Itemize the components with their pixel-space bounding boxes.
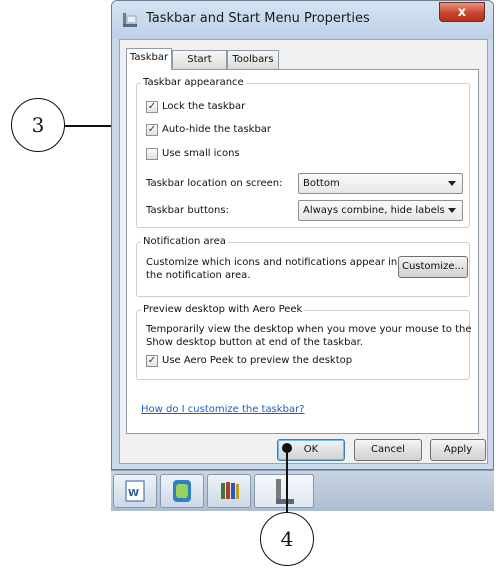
chevron-down-icon: [448, 208, 456, 213]
aero-peek-checkbox[interactable]: ✓: [146, 355, 158, 367]
tab-toolbars[interactable]: Toolbars: [227, 50, 279, 69]
small-icons-checkbox[interactable]: [146, 148, 158, 160]
close-button[interactable]: x: [439, 2, 485, 22]
aero-peek-description-line1: Temporarily view the desktop when you mo…: [146, 324, 472, 335]
taskbar-buttons-dropdown[interactable]: Always combine, hide labels: [298, 200, 463, 221]
taskbar-properties-icon: [123, 13, 137, 27]
aero-peek-checkbox-label: Use Aero Peek to preview the desktop: [162, 355, 353, 366]
taskbar-item-library[interactable]: [207, 474, 251, 508]
taskbar-item-word[interactable]: W: [113, 474, 157, 508]
help-link[interactable]: How do I customize the taskbar?: [141, 404, 305, 415]
callout-3: 3: [11, 98, 65, 152]
lock-taskbar-checkbox[interactable]: ✓: [146, 101, 158, 113]
auto-hide-label: Auto-hide the taskbar: [162, 124, 272, 135]
tab-panel: Taskbar appearance ✓ Lock the taskbar ✓ …: [126, 69, 479, 434]
lock-taskbar-label: Lock the taskbar: [162, 101, 246, 112]
small-icons-label: Use small icons: [162, 148, 240, 159]
chevron-down-icon: [448, 181, 456, 186]
tab-taskbar[interactable]: Taskbar: [126, 48, 172, 70]
taskbar-item-app[interactable]: [160, 474, 204, 508]
taskbar-buttons-label: Taskbar buttons:: [146, 205, 229, 216]
notification-area-title: Notification area: [141, 236, 228, 247]
windows-taskbar: W: [111, 470, 494, 511]
cancel-button[interactable]: Cancel: [354, 439, 422, 461]
taskbar-location-dropdown[interactable]: Bottom: [298, 173, 463, 194]
properties-window: Taskbar and Start Menu Properties x Task…: [111, 0, 494, 470]
taskbar-buttons-value: Always combine, hide labels: [303, 205, 445, 216]
dialog-client-area: Taskbar Start Menu Toolbars Taskbar appe…: [119, 39, 488, 464]
apply-button[interactable]: Apply: [430, 439, 486, 461]
svg-text:W: W: [128, 488, 139, 499]
properties-icon: [276, 479, 294, 504]
customize-button[interactable]: Customize...: [398, 256, 468, 278]
word-icon: W: [125, 480, 145, 502]
books-icon: [221, 482, 239, 499]
taskbar-appearance-title: Taskbar appearance: [141, 77, 246, 88]
taskbar-location-value: Bottom: [303, 178, 340, 189]
auto-hide-checkbox[interactable]: ✓: [146, 124, 158, 136]
title-bar[interactable]: Taskbar and Start Menu Properties x: [112, 1, 493, 39]
window-title: Taskbar and Start Menu Properties: [146, 11, 370, 26]
callout-4-leader-line: [286, 448, 288, 512]
notification-description-line1: Customize which icons and notifications …: [146, 257, 398, 268]
callout-4: 4: [260, 512, 314, 566]
notification-description-line2: the notification area.: [146, 270, 251, 281]
taskbar-item-properties[interactable]: [254, 474, 314, 508]
app-icon: [173, 480, 191, 502]
aero-peek-description-line2: Show desktop button at end of the taskba…: [146, 337, 363, 348]
taskbar-location-label: Taskbar location on screen:: [146, 178, 283, 189]
tab-start-menu[interactable]: Start Menu: [172, 50, 227, 83]
aero-peek-title: Preview desktop with Aero Peek: [141, 304, 305, 315]
